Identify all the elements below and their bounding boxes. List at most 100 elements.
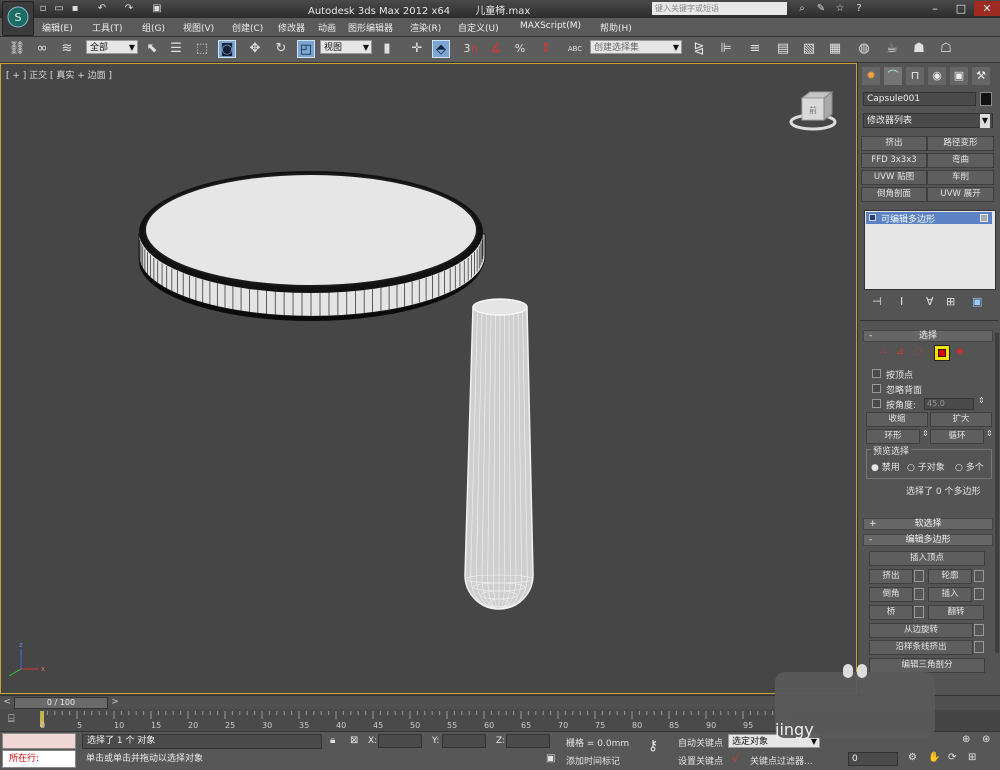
reference-coordinate-dropdown[interactable]: 视图 ▼ (320, 40, 372, 54)
show-end-result-icon[interactable]: Ⅰ (900, 295, 903, 308)
menu-rendering[interactable]: 渲染(R) (410, 21, 441, 34)
quick-modifier-unwrap-uvw[interactable]: UVW 展开 (927, 187, 994, 202)
quick-modifier-path-deform[interactable]: 路径变形 (927, 136, 994, 151)
maxscript-listener[interactable] (2, 733, 76, 749)
extrude-along-spline-button[interactable]: 沿样条线挤出 (869, 640, 973, 655)
quick-modifier-extrude[interactable]: 挤出 (861, 136, 927, 151)
snap-toggle-icon[interactable]: 3∩ (462, 40, 480, 58)
extrude-spline-settings-icon[interactable] (974, 641, 984, 653)
select-by-name-icon[interactable]: ☰ (167, 40, 185, 58)
edit-named-selection-icon[interactable]: ABC (566, 40, 584, 58)
motion-tab-icon[interactable]: ◉ (928, 67, 946, 85)
rotate-icon[interactable]: ↻ (272, 40, 290, 58)
rectangle-selection-icon[interactable]: ⬚ (193, 40, 211, 58)
menu-customize[interactable]: 自定义(U) (458, 21, 499, 34)
window-crossing-icon[interactable]: ◙ (218, 40, 236, 58)
align-icon[interactable]: ⊫ (717, 40, 735, 58)
menu-tools[interactable]: 工具(T) (92, 21, 123, 34)
select-object-icon[interactable]: ⬉ (143, 40, 161, 58)
layer-manager-icon[interactable]: ≡ (746, 40, 764, 58)
named-selection-dropdown[interactable]: 创建选择集 ▼ (590, 40, 682, 54)
menu-animation[interactable]: 动画 (318, 21, 336, 34)
menu-views[interactable]: 视图(V) (183, 21, 214, 34)
app-logo[interactable]: S (2, 1, 34, 36)
modifier-stack[interactable]: 可编辑多边形 (864, 210, 996, 290)
insert-vertex-button[interactable]: 插入顶点 (869, 551, 985, 566)
by-angle-checkbox[interactable] (872, 399, 881, 408)
modify-tab-icon[interactable]: ⌒ (884, 67, 902, 85)
bridge-settings-icon[interactable] (914, 606, 924, 618)
menu-maxscript[interactable]: MAXScript(M) (520, 21, 581, 31)
redo-icon[interactable]: ↷ (122, 2, 136, 15)
rendered-frame-icon[interactable]: ☗ (910, 40, 928, 58)
link-icon[interactable]: ⛓ (8, 40, 26, 58)
preview-multi-radio[interactable]: ○ 多个 (955, 460, 984, 473)
pan-view-icon[interactable]: ✋ (928, 752, 940, 763)
ring-button[interactable]: 环形 (866, 429, 920, 444)
key-filters-icon[interactable]: √ (732, 752, 739, 765)
polygon-subobject-icon[interactable] (934, 345, 950, 361)
extrude-settings-icon[interactable] (914, 570, 924, 582)
track-bar[interactable]: ⌸ 0 5 10 15 20 25 30 35 40 45 50 55 60 6… (0, 709, 790, 731)
time-slider-thumb[interactable]: 0 / 100 (14, 697, 108, 709)
time-tag-icon[interactable]: ▣ (546, 753, 555, 764)
maximize-viewport-icon[interactable]: ⊞ (968, 752, 976, 763)
quick-modifier-bevel-profile[interactable]: 倒角剖面 (861, 187, 927, 202)
move-icon[interactable]: ✥ (246, 40, 264, 58)
remove-modifier-icon[interactable]: ⊞ (946, 295, 955, 308)
stack-item-toggle-icon[interactable] (980, 214, 988, 222)
running-indicator[interactable]: 所在行: (2, 750, 76, 768)
stack-item-editable-poly[interactable]: 可编辑多边形 (866, 212, 992, 225)
panel-scrollbar[interactable] (995, 333, 999, 653)
y-coordinate-input[interactable] (442, 734, 486, 748)
select-manipulate-icon[interactable]: ✛ (408, 40, 426, 58)
edit-polygons-rollout-header[interactable]: - 编辑多边形 (863, 534, 993, 546)
edit-triangulation-button[interactable]: 编辑三角剖分 (869, 658, 985, 673)
new-file-icon[interactable]: ▫ (36, 2, 50, 15)
render-production-icon[interactable]: ☖ (937, 40, 955, 58)
loop-spinner-icon[interactable]: ⇕ (986, 429, 993, 438)
ignore-backfacing-checkbox[interactable] (872, 384, 881, 393)
quick-modifier-ffd[interactable]: FFD 3x3x3 (861, 153, 927, 168)
capsule-leg[interactable] (464, 298, 534, 610)
make-unique-icon[interactable]: ∀ (926, 295, 934, 308)
key-icon[interactable]: ⚷ (648, 738, 658, 754)
quick-modifier-lathe[interactable]: 车削 (927, 170, 994, 185)
element-subobject-icon[interactable]: ◈ (956, 346, 964, 357)
quick-modifier-uvw-map[interactable]: UVW 贴图 (861, 170, 927, 185)
render-setup-icon[interactable]: ☕ (883, 40, 901, 58)
selection-rollout-header[interactable]: - 选择 (863, 330, 993, 342)
undo-icon[interactable]: ↶ (95, 2, 109, 15)
menu-edit[interactable]: 编辑(E) (42, 21, 73, 34)
display-tab-icon[interactable]: ▣ (950, 67, 968, 85)
object-color-swatch[interactable] (980, 92, 992, 106)
z-coordinate-input[interactable] (506, 734, 550, 748)
project-folder-icon[interactable]: ▣ (150, 2, 164, 15)
next-frame-button[interactable]: > (108, 697, 122, 709)
quick-modifier-bend[interactable]: 弯曲 (927, 153, 994, 168)
shrink-button[interactable]: 收缩 (866, 412, 928, 427)
extrude-button[interactable]: 挤出 (869, 569, 913, 584)
current-frame-input[interactable]: 0 (848, 752, 898, 766)
mini-curve-editor-icon[interactable]: ⌸ (8, 712, 26, 726)
bind-spacewarp-icon[interactable]: ≋ (58, 40, 76, 58)
soft-selection-rollout-header[interactable]: + 软选择 (863, 518, 993, 530)
mirror-icon[interactable]: ⧎ (690, 40, 708, 58)
hierarchy-tab-icon[interactable]: ⊓ (906, 67, 924, 85)
close-button[interactable]: ✕ (974, 1, 1000, 16)
preview-disabled-radio[interactable]: ● 禁用 (871, 460, 900, 473)
bevel-settings-icon[interactable] (914, 588, 924, 600)
angle-snap-icon[interactable]: ∡ (487, 40, 505, 58)
inset-button[interactable]: 插入 (928, 587, 972, 602)
pivot-center-icon[interactable]: ▮ (378, 40, 396, 58)
loop-button[interactable]: 循环 (930, 429, 984, 444)
hinge-settings-icon[interactable] (974, 624, 984, 636)
utilities-tab-icon[interactable]: ⚒ (972, 67, 990, 85)
auto-key-button[interactable]: 自动关键点 (678, 736, 723, 749)
grow-button[interactable]: 扩大 (930, 412, 992, 427)
ring-spinner-icon[interactable]: ⇕ (922, 429, 929, 438)
flip-button[interactable]: 翻转 (928, 605, 984, 620)
inset-settings-icon[interactable] (974, 588, 984, 600)
modifier-list-dropdown[interactable]: 修改器列表 ▼ (863, 113, 993, 128)
preview-subobject-radio[interactable]: ○ 子对象 (907, 460, 945, 473)
